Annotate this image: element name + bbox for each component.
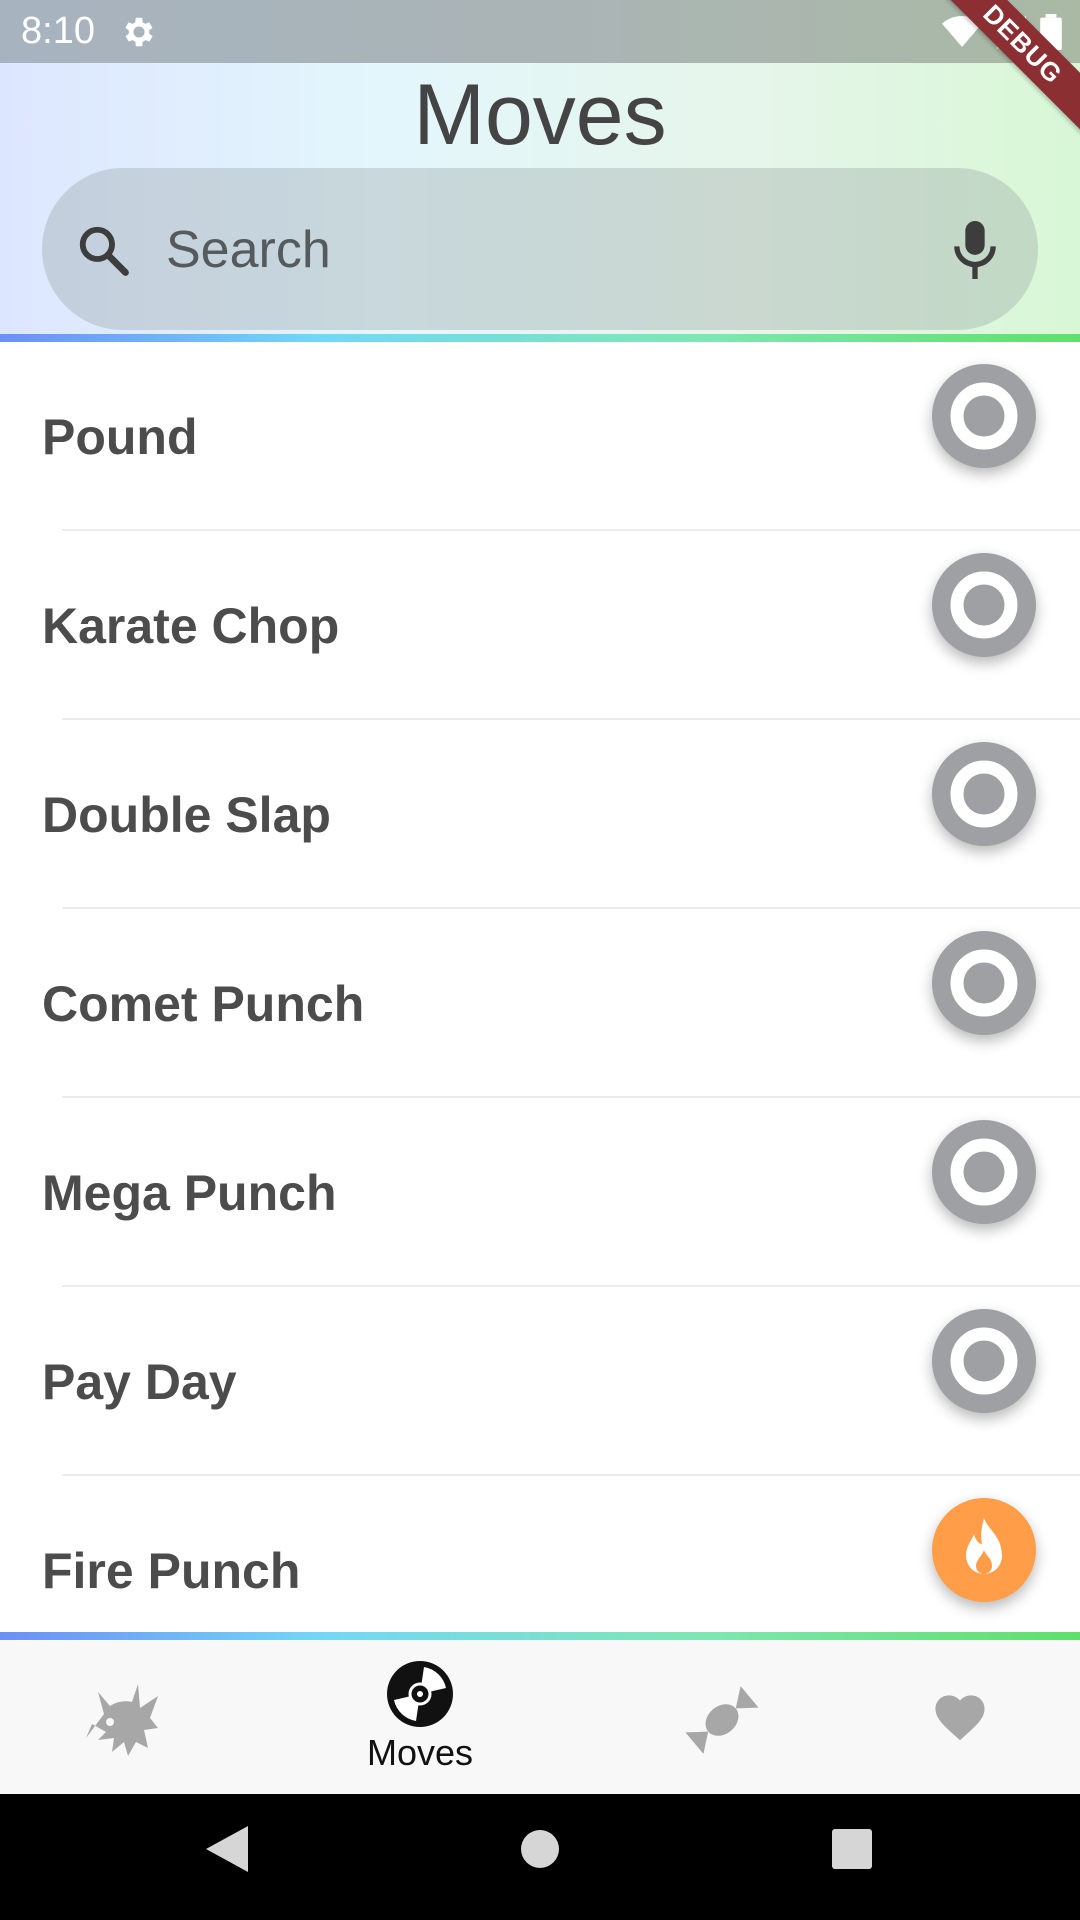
move-row[interactable]: Double Slap bbox=[0, 720, 1080, 909]
candy-icon bbox=[685, 1686, 759, 1754]
search-input[interactable] bbox=[166, 212, 926, 288]
nav-item-pokemon[interactable] bbox=[40, 1640, 200, 1794]
header-accent-line bbox=[0, 334, 1080, 342]
nav-item-moves[interactable]: Moves bbox=[340, 1640, 500, 1794]
fire-type-icon bbox=[932, 1498, 1036, 1602]
back-icon[interactable] bbox=[204, 1824, 248, 1874]
move-row[interactable]: Comet Punch bbox=[0, 909, 1080, 1098]
move-name: Mega Punch bbox=[42, 1164, 337, 1221]
heart-icon bbox=[935, 1695, 985, 1741]
nav-label-moves: Moves bbox=[366, 1732, 474, 1773]
normal-type-icon bbox=[932, 1120, 1036, 1224]
normal-type-icon bbox=[932, 742, 1036, 846]
status-time: 8:10 bbox=[21, 10, 95, 52]
normal-type-icon bbox=[932, 1309, 1036, 1413]
normal-type-icon bbox=[932, 364, 1036, 468]
bottom-navigation: Moves bbox=[0, 1640, 1080, 1794]
app-header: 8:10 DEBUG Moves bbox=[0, 0, 1080, 342]
move-row[interactable]: Mega Punch bbox=[0, 1098, 1080, 1287]
microphone-icon[interactable] bbox=[950, 221, 1000, 279]
normal-type-icon bbox=[932, 553, 1036, 657]
move-name: Karate Chop bbox=[42, 597, 340, 654]
move-name: Fire Punch bbox=[42, 1542, 301, 1599]
move-name: Pound bbox=[42, 408, 198, 465]
disc-icon bbox=[387, 1661, 453, 1727]
move-name: Pay Day bbox=[42, 1353, 237, 1410]
nav-accent-line bbox=[0, 1632, 1080, 1640]
move-name: Double Slap bbox=[42, 786, 331, 843]
gear-icon bbox=[125, 17, 153, 47]
search-icon[interactable] bbox=[76, 223, 130, 277]
home-icon[interactable] bbox=[518, 1824, 562, 1874]
move-row[interactable]: Pound bbox=[0, 342, 1080, 531]
status-bar: 8:10 DEBUG bbox=[0, 0, 1080, 140]
system-navigation-bar bbox=[0, 1794, 1080, 1920]
move-name: Comet Punch bbox=[42, 975, 365, 1032]
nav-item-items[interactable] bbox=[640, 1640, 800, 1794]
recents-icon[interactable] bbox=[830, 1824, 874, 1874]
move-row[interactable]: Karate Chop bbox=[0, 531, 1080, 720]
normal-type-icon bbox=[932, 931, 1036, 1035]
move-row[interactable]: Fire Punch bbox=[0, 1476, 1080, 1632]
page-title: Moves bbox=[413, 67, 667, 163]
nav-item-favorites[interactable] bbox=[880, 1640, 1040, 1794]
move-row[interactable]: Pay Day bbox=[0, 1287, 1080, 1476]
pikachu-icon bbox=[86, 1684, 158, 1756]
moves-list[interactable]: Pound Karate Chop Double Slap Comet Punc… bbox=[0, 342, 1080, 1632]
